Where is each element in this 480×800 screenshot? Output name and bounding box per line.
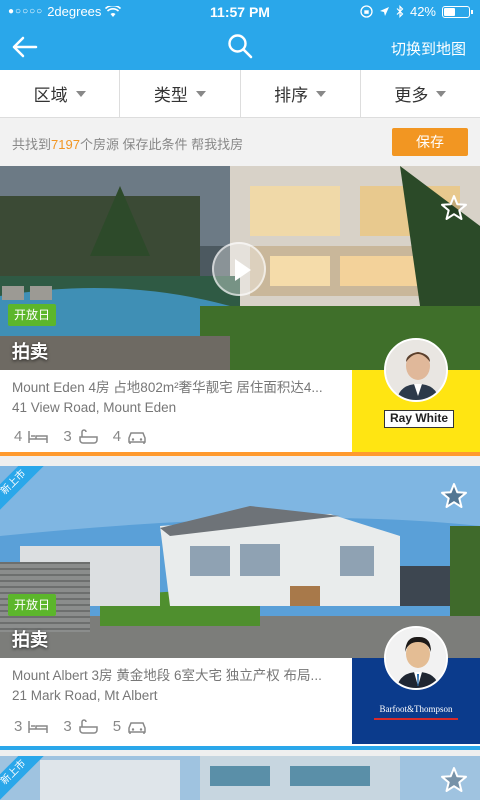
dropdown-caret-icon bbox=[316, 90, 327, 97]
save-search-button[interactable]: 保存 bbox=[392, 128, 468, 156]
filter-area[interactable]: 区域 bbox=[0, 70, 121, 117]
car-icon bbox=[128, 721, 146, 734]
dropdown-caret-icon bbox=[195, 90, 206, 97]
filter-more-label: 更多 bbox=[394, 86, 429, 105]
filter-sort[interactable]: 排序 bbox=[241, 70, 361, 117]
card-divider bbox=[0, 746, 480, 750]
filter-bar: 区域 类型 排序 更多 bbox=[0, 70, 480, 118]
bedrooms-feature: 4 bbox=[14, 428, 49, 445]
filter-type-label: 类型 bbox=[153, 86, 188, 105]
search-icon[interactable] bbox=[226, 32, 254, 60]
bathtub-icon bbox=[78, 718, 98, 734]
bedrooms-count: 4 bbox=[14, 428, 23, 445]
parking-feature: 4 bbox=[113, 428, 148, 445]
bathtub-icon bbox=[78, 428, 98, 444]
bluetooth-icon bbox=[396, 5, 404, 18]
agent-avatar[interactable] bbox=[384, 338, 448, 402]
bathrooms-count: 3 bbox=[63, 428, 72, 445]
parking-count: 5 bbox=[112, 718, 122, 735]
open-home-badge: 开放日 bbox=[8, 304, 56, 326]
listing-features: 4 3 4 bbox=[14, 428, 148, 445]
status-bar: ●○○○○ 2degrees 11:57 PM 42% bbox=[0, 0, 480, 24]
filter-more[interactable]: 更多 bbox=[361, 70, 480, 117]
bathrooms-count: 3 bbox=[63, 718, 72, 735]
bathrooms-feature: 3 bbox=[63, 718, 98, 735]
filter-type[interactable]: 类型 bbox=[120, 70, 241, 117]
bedrooms-count: 3 bbox=[14, 718, 23, 735]
agency-logo-underline bbox=[374, 718, 458, 720]
nav-bar: 切换到地图 bbox=[0, 26, 480, 70]
sale-method-label: 拍卖 bbox=[12, 342, 48, 362]
top-bar: ●○○○○ 2degrees 11:57 PM 42% 切换到地图 bbox=[0, 0, 480, 70]
favorite-star-icon[interactable] bbox=[440, 194, 468, 222]
bedrooms-feature: 3 bbox=[14, 718, 49, 735]
listing-address: 41 View Road, Mount Eden bbox=[12, 400, 177, 415]
switch-to-map-button[interactable]: 切换到地图 bbox=[391, 38, 466, 59]
results-bar: 共找到7197个房源 保存此条件 帮我找房 保存 bbox=[0, 118, 480, 166]
bathrooms-feature: 3 bbox=[63, 428, 98, 445]
house-photo-image bbox=[0, 756, 480, 800]
favorite-star-icon[interactable] bbox=[440, 482, 468, 510]
listing-card[interactable]: 开放日 拍卖 Mount Eden 4房 占地802m²奢华靓宅 居住面积达4.… bbox=[0, 166, 480, 456]
listing-title: Mount Albert 3房 黄金地段 6室大宅 独立产权 布局... bbox=[12, 668, 322, 683]
listing-card[interactable]: 新上市 bbox=[0, 756, 480, 800]
results-count: 7197 bbox=[51, 137, 80, 152]
results-prefix: 共找到 bbox=[12, 137, 52, 152]
filter-sort-label: 排序 bbox=[274, 86, 309, 105]
results-summary: 共找到7197个房源 保存此条件 帮我找房 bbox=[12, 134, 243, 153]
location-icon bbox=[379, 7, 389, 16]
parking-count: 4 bbox=[112, 428, 122, 445]
bed-icon bbox=[28, 430, 49, 443]
filter-area-label: 区域 bbox=[33, 86, 68, 105]
agency-logo: Barfoot&Thompson bbox=[379, 704, 453, 714]
back-arrow-icon[interactable] bbox=[10, 32, 40, 62]
bed-icon bbox=[28, 720, 49, 733]
listing-address: 21 Mark Road, Mt Albert bbox=[12, 688, 158, 703]
rotation-lock-icon bbox=[360, 5, 373, 18]
listing-photo[interactable]: 新上市 bbox=[0, 756, 480, 800]
status-right: 42% bbox=[360, 4, 473, 19]
listing-title: Mount Eden 4房 占地802m²奢华靓宅 居住面积达4... bbox=[12, 380, 323, 395]
car-icon bbox=[128, 431, 146, 444]
agency-logo: Ray White bbox=[384, 410, 454, 428]
listing-features: 3 3 5 bbox=[14, 718, 148, 735]
parking-feature: 5 bbox=[113, 718, 148, 735]
dropdown-caret-icon bbox=[436, 90, 447, 97]
agent-avatar[interactable] bbox=[384, 626, 448, 690]
dropdown-caret-icon bbox=[75, 90, 86, 97]
favorite-star-icon[interactable] bbox=[440, 766, 468, 794]
open-home-badge: 开放日 bbox=[8, 594, 56, 616]
battery-percent: 42% bbox=[409, 4, 436, 19]
battery-icon bbox=[442, 5, 473, 18]
sale-method-label: 拍卖 bbox=[12, 630, 48, 650]
listing-card[interactable]: 新上市 开放日 拍卖 Mount Albert 3房 黄金地段 6室大宅 独立产… bbox=[0, 466, 480, 750]
card-divider bbox=[0, 452, 480, 456]
play-video-button[interactable] bbox=[212, 242, 266, 296]
results-suffix: 个房源 保存此条件 帮我找房 bbox=[79, 137, 244, 152]
